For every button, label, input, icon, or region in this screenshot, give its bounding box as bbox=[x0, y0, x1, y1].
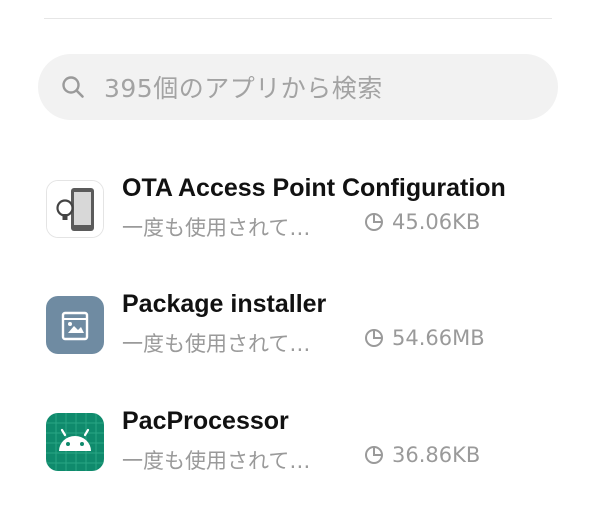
top-divider bbox=[44, 18, 552, 19]
search-placeholder: 395個のアプリから検索 bbox=[104, 74, 383, 103]
search-icon bbox=[60, 74, 86, 100]
app-storage-size: 36.86KB bbox=[364, 443, 480, 467]
android-icon bbox=[46, 413, 104, 471]
app-name: Package installer bbox=[122, 290, 327, 318]
app-usage-status: 一度も使用されて… bbox=[122, 332, 311, 356]
app-list-item-package-installer[interactable]: Package installer 一度も使用されて… 54.66MB bbox=[46, 290, 556, 368]
app-list-item-ota-access-point-configuration[interactable]: OTA Access Point Configuration 一度も使用されて…… bbox=[46, 174, 556, 252]
package-installer-icon bbox=[46, 296, 104, 354]
app-size-value: 45.06KB bbox=[392, 210, 481, 234]
app-size-value: 36.86KB bbox=[392, 443, 481, 467]
app-size-value: 54.66MB bbox=[392, 326, 485, 350]
storage-pie-icon bbox=[364, 328, 392, 348]
app-storage-size: 45.06KB bbox=[364, 210, 480, 234]
app-usage-status: 一度も使用されて… bbox=[122, 216, 311, 240]
storage-pie-icon bbox=[364, 212, 392, 232]
ota-app-icon bbox=[46, 180, 104, 238]
app-search-bar[interactable]: 395個のアプリから検索 bbox=[38, 54, 558, 120]
app-name: OTA Access Point Configuration bbox=[122, 174, 506, 202]
storage-pie-icon bbox=[364, 445, 392, 465]
app-list-screen: 395個のアプリから検索 OTA Access Point Configurat… bbox=[0, 0, 596, 505]
app-name: PacProcessor bbox=[122, 407, 289, 435]
app-storage-size: 54.66MB bbox=[364, 326, 485, 350]
app-list-item-pacprocessor[interactable]: PacProcessor 一度も使用されて… 36.86KB bbox=[46, 407, 556, 485]
app-usage-status: 一度も使用されて… bbox=[122, 449, 311, 473]
